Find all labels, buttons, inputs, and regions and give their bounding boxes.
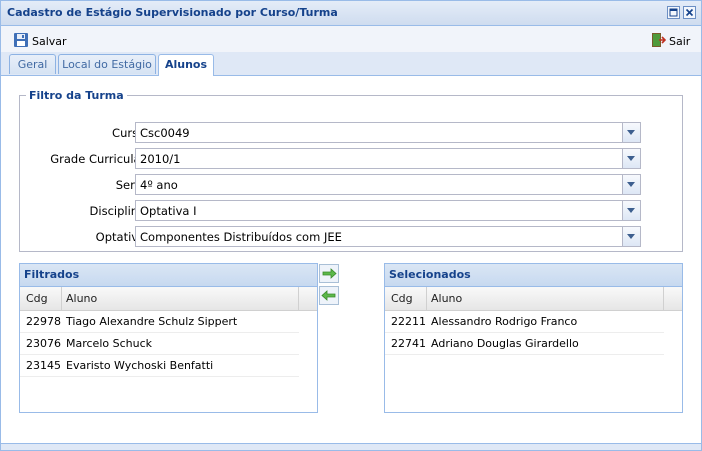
tab-alunos[interactable]: Alunos [158,54,214,76]
move-left-button[interactable] [319,286,339,305]
tab-geral[interactable]: Geral [9,54,56,74]
tab-strip: Geral Local do Estágio Alunos [1,52,701,76]
row-cdg: 22741 [391,337,426,350]
table-row[interactable]: 22978 Tiago Alexandre Schulz Sippert [20,311,299,333]
course-combo[interactable]: Csc0049 [135,122,641,143]
filtered-grid-title: Filtrados [20,264,317,287]
filter-fieldset: Filtro da Turma Curso: Csc0049 Grade Cur… [19,89,683,252]
close-icon[interactable] [683,6,696,19]
exit-button[interactable]: Sair [650,32,690,51]
chevron-down-icon[interactable] [622,175,640,194]
course-value: Csc0049 [140,126,190,140]
series-row: Serie: 4º ano [20,174,680,196]
tab-local-do-estagio[interactable]: Local do Estágio [58,54,156,74]
table-row[interactable]: 23076 Marcelo Schuck [20,333,299,355]
curriculum-value: 2010/1 [140,152,181,166]
row-aluno: Alessandro Rodrigo Franco [431,315,578,328]
optional-row: Optativa: Componentes Distribuídos com J… [20,226,680,248]
chevron-down-icon[interactable] [622,123,640,142]
chevron-down-icon[interactable] [622,149,640,168]
row-aluno: Adriano Douglas Girardello [431,337,579,350]
exit-label: Sair [669,35,691,48]
selected-column-header: Cdg Aluno [385,287,682,311]
save-button[interactable]: Salvar [13,32,67,51]
table-row[interactable]: 22741 Adriano Douglas Girardello [385,333,664,355]
discipline-row: Disciplina: Optativa I [20,200,680,222]
filtered-grid: Filtrados Cdg Aluno 22978 Tiago Alexandr… [19,263,318,413]
row-cdg: 23076 [26,337,61,350]
window-title: Cadastro de Estágio Supervisionado por C… [7,6,338,19]
column-cdg[interactable]: Cdg [26,292,48,305]
floppy-disk-icon [13,32,29,51]
series-value: 4º ano [140,178,178,192]
row-cdg: 23145 [26,359,61,372]
row-aluno: Evaristo Wychoski Benfatti [66,359,214,372]
table-row[interactable]: 22211 Alessandro Rodrigo Franco [385,311,664,333]
save-label: Salvar [32,35,67,48]
exit-door-icon [650,32,667,51]
filtered-column-header: Cdg Aluno [20,287,317,311]
move-right-button[interactable] [319,264,339,283]
column-aluno[interactable]: Aluno [431,292,462,305]
curriculum-combo[interactable]: 2010/1 [135,148,641,169]
toolbar: Salvar Sair [1,26,701,52]
series-combo[interactable]: 4º ano [135,174,641,195]
curriculum-row: Grade Curricular: 2010/1 [20,148,680,170]
row-aluno: Marcelo Schuck [66,337,153,350]
optional-value: Componentes Distribuídos com JEE [140,230,342,244]
discipline-value: Optativa I [140,204,197,218]
chevron-down-icon[interactable] [622,201,640,220]
filter-legend: Filtro da Turma [29,89,124,102]
title-bar: Cadastro de Estágio Supervisionado por C… [1,1,701,26]
chevron-down-icon[interactable] [622,227,640,246]
arrow-left-icon [320,290,338,307]
tab-panel: Filtro da Turma Curso: Csc0049 Grade Cur… [1,76,701,444]
maximize-icon[interactable] [667,6,680,19]
selected-grid-title: Selecionados [385,264,682,287]
course-row: Curso: Csc0049 [20,122,680,144]
selected-grid: Selecionados Cdg Aluno 22211 Alessandro … [384,263,683,413]
optional-combo[interactable]: Componentes Distribuídos com JEE [135,226,641,247]
row-aluno: Tiago Alexandre Schulz Sippert [66,315,238,328]
window: Cadastro de Estágio Supervisionado por C… [0,0,702,451]
arrow-right-icon [320,268,338,285]
row-cdg: 22978 [26,315,61,328]
column-aluno[interactable]: Aluno [66,292,97,305]
discipline-combo[interactable]: Optativa I [135,200,641,221]
column-cdg[interactable]: Cdg [391,292,413,305]
table-row[interactable]: 23145 Evaristo Wychoski Benfatti [20,355,299,377]
row-cdg: 22211 [391,315,426,328]
